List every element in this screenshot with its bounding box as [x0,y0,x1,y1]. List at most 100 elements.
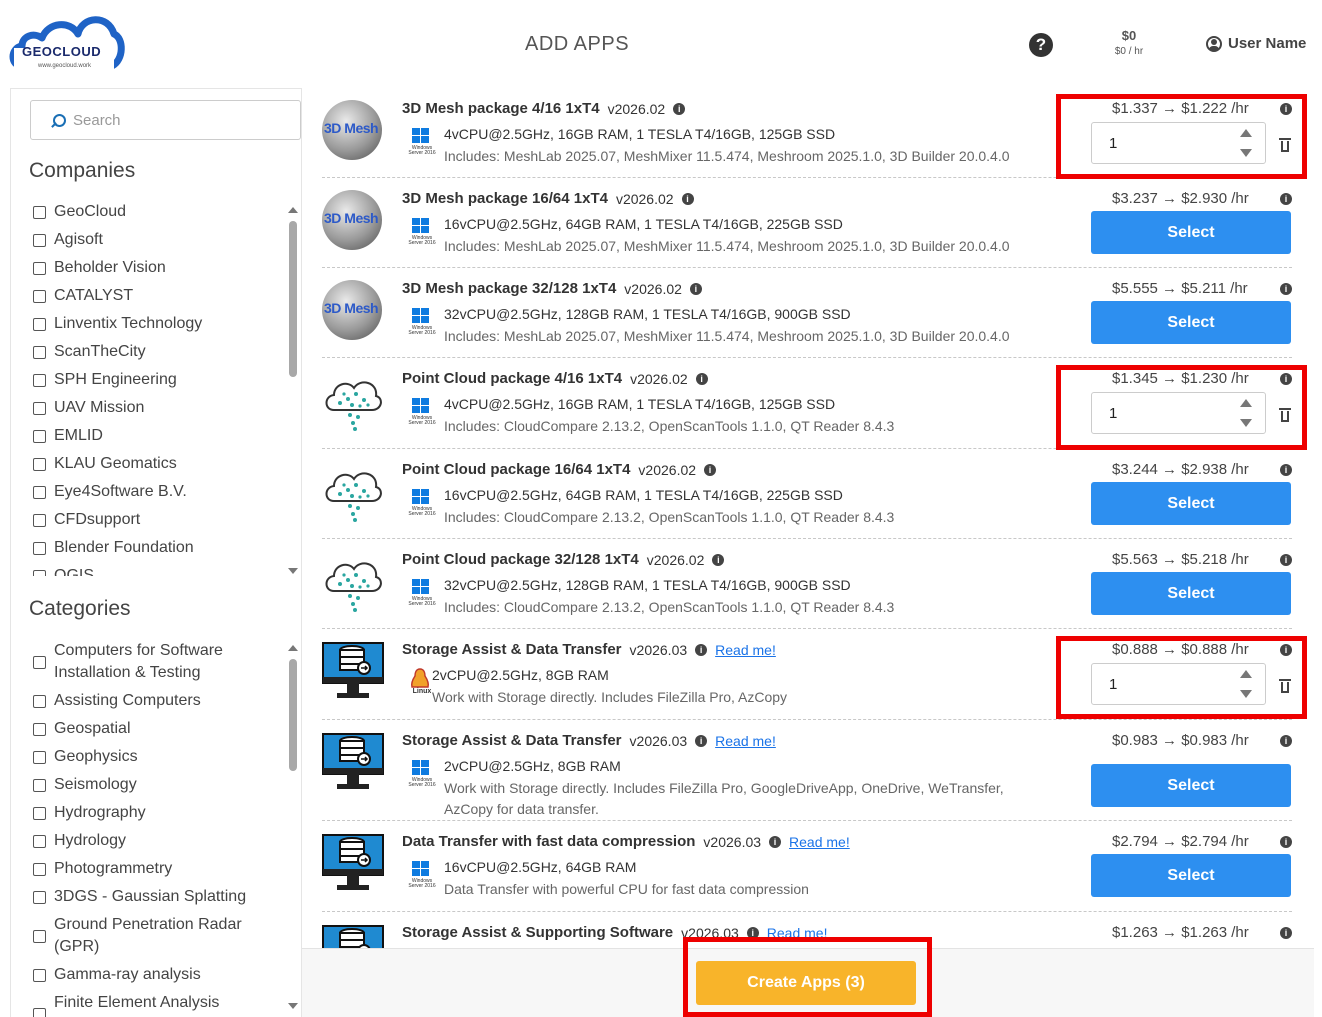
info-icon[interactable]: i [1280,282,1292,295]
info-icon[interactable]: i [689,282,702,295]
info-icon[interactable]: i [704,463,717,476]
category-filter-item[interactable]: Geophysics [33,746,293,768]
filter-checkbox[interactable] [33,891,46,904]
info-icon[interactable]: i [1280,463,1292,476]
filter-checkbox[interactable] [33,290,46,303]
mesh-sphere-icon: 3D Mesh [322,190,384,252]
filter-checkbox[interactable] [33,402,46,415]
filter-checkbox[interactable] [33,930,46,943]
filter-label: SPH Engineering [54,371,177,388]
info-icon[interactable]: i [695,372,708,385]
package-price: $2.794 → $2.794 /hr [1112,833,1249,850]
company-filter-item[interactable]: Linventix Technology [33,313,293,335]
readme-link[interactable]: Read me! [789,834,850,850]
price-line: $2.794 → $2.794 /hr i [1112,833,1292,850]
filter-checkbox[interactable] [33,863,46,876]
select-button[interactable]: Select [1091,482,1291,525]
mesh-sphere-icon: 3D Mesh [322,100,384,162]
info-icon[interactable]: i [695,643,708,656]
category-filter-item[interactable]: Geospatial [33,718,293,740]
filter-checkbox[interactable] [33,542,46,555]
category-filter-item[interactable]: Ground Penetration Radar (GPR) [33,914,293,958]
category-filter-item[interactable]: 3DGS - Gaussian Splatting [33,886,293,908]
categories-scrollbar[interactable] [287,645,299,1009]
scroll-down-icon[interactable] [288,1003,298,1009]
filter-checkbox[interactable] [33,318,46,331]
windows-icon: Windows Server 2016 [405,304,439,338]
filter-checkbox[interactable] [33,656,46,669]
filter-checkbox[interactable] [33,807,46,820]
info-icon[interactable]: i [1280,926,1292,939]
select-button[interactable]: Select [1091,572,1291,615]
info-icon[interactable]: i [1280,835,1292,848]
readme-link[interactable]: Read me! [715,642,776,658]
scrollbar-thumb[interactable] [289,221,297,377]
info-icon[interactable]: i [769,835,782,848]
filter-checkbox[interactable] [33,570,46,576]
package-version: v2026.02 [646,551,705,568]
scroll-up-icon[interactable] [288,645,298,651]
company-filter-item[interactable]: Agisoft [33,229,293,251]
category-filter-item[interactable]: Computers for Software Installation & Te… [33,640,293,684]
filter-checkbox[interactable] [33,430,46,443]
filter-checkbox[interactable] [33,723,46,736]
category-filter-item[interactable]: Seismology [33,774,293,796]
help-icon[interactable]: ? [1029,33,1053,57]
company-filter-item[interactable]: UAV Mission [33,397,293,419]
filter-checkbox[interactable] [33,514,46,527]
company-filter-item[interactable]: Beholder Vision [33,257,293,279]
category-filter-item[interactable]: Gamma-ray analysis [33,964,293,986]
info-icon[interactable]: i [1280,553,1292,566]
info-icon[interactable]: i [712,553,725,566]
category-filter-item[interactable]: Hydrology [33,830,293,852]
company-filter-item[interactable]: ScanTheCity [33,341,293,363]
category-filter-item[interactable]: Photogrammetry [33,858,293,880]
company-filter-item[interactable]: QGIS [33,565,293,576]
filter-checkbox[interactable] [33,234,46,247]
scroll-down-icon[interactable] [288,568,298,574]
filter-checkbox[interactable] [33,969,46,982]
category-filter-item[interactable]: Assisting Computers [33,690,293,712]
info-icon[interactable]: i [681,192,694,205]
category-filter-item[interactable]: Hydrography [33,802,293,824]
category-filter-item[interactable]: Finite Element Analysis (FEA) [33,992,293,1017]
select-button[interactable]: Select [1091,211,1291,254]
filter-checkbox[interactable] [33,374,46,387]
balance-display[interactable]: $0 $0 / hr [1106,28,1152,57]
info-icon[interactable]: i [1280,192,1292,205]
filter-checkbox[interactable] [33,751,46,764]
filter-checkbox[interactable] [33,695,46,708]
company-filter-item[interactable]: EMLID [33,425,293,447]
info-icon[interactable]: i [673,102,686,115]
company-filter-item[interactable]: GeoCloud [33,201,293,223]
package-spec: 16vCPU@2.5GHz, 64GB RAM, 1 TESLA T4/16GB… [444,216,843,232]
filter-checkbox[interactable] [33,346,46,359]
filter-checkbox[interactable] [33,262,46,275]
select-button[interactable]: Select [1091,854,1291,897]
info-icon[interactable]: i [695,734,708,747]
select-button[interactable]: Select [1091,764,1291,807]
company-filter-item[interactable]: CFDsupport [33,509,293,531]
geocloud-logo[interactable]: GEOCLOUD www.geocloud.work [8,8,126,78]
companies-scrollbar[interactable] [287,207,299,574]
company-filter-item[interactable]: SPH Engineering [33,369,293,391]
company-filter-item[interactable]: KLAU Geomatics [33,453,293,475]
filter-checkbox[interactable] [33,779,46,792]
filter-checkbox[interactable] [33,835,46,848]
filter-checkbox[interactable] [33,206,46,219]
user-menu[interactable]: User Name [1206,35,1306,52]
readme-link[interactable]: Read me! [715,733,776,749]
scroll-up-icon[interactable] [288,207,298,213]
filter-checkbox[interactable] [33,458,46,471]
package-name: Storage Assist & Data Transfer [402,732,622,749]
scrollbar-thumb[interactable] [289,659,297,771]
filter-checkbox[interactable] [33,1008,46,1017]
info-icon[interactable]: i [1280,734,1292,747]
select-button[interactable]: Select [1091,301,1291,344]
company-filter-item[interactable]: CATALYST [33,285,293,307]
company-filter-item[interactable]: Blender Foundation [33,537,293,559]
filter-checkbox[interactable] [33,486,46,499]
search-input[interactable]: Search [30,100,301,140]
filter-label: Gamma-ray analysis [54,966,201,983]
company-filter-item[interactable]: Eye4Software B.V. [33,481,293,503]
